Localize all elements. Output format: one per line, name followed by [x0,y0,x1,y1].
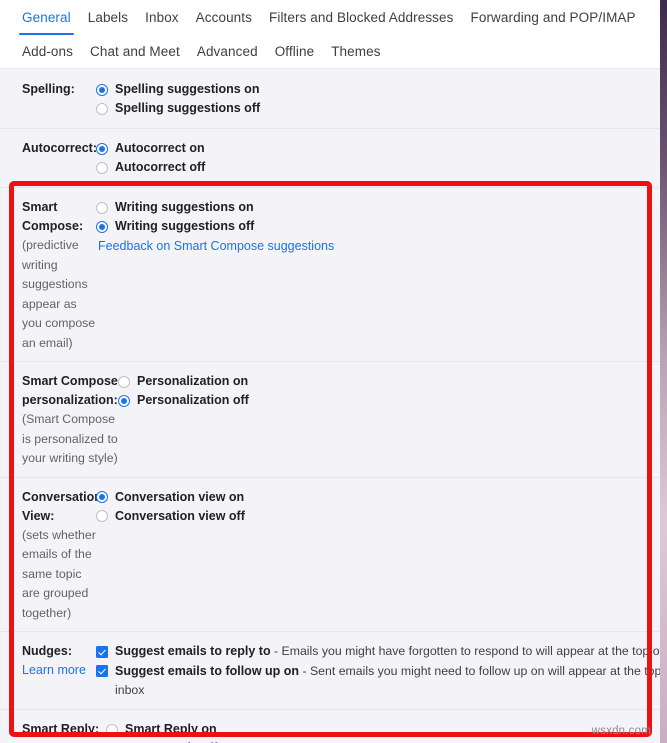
smart-compose-label-column: Smart Compose: (predictive writing sugge… [0,198,96,353]
spelling-label: Spelling: [22,82,75,96]
smart-compose-option-off-label: Writing suggestions off [115,219,255,233]
smart-compose-label: Smart Compose: [22,200,84,233]
conversation-view-label-column: Conversation View: (sets whether emails … [0,488,102,624]
nudges-label-column: Nudges: Learn more [0,642,96,680]
personalization-label: Smart Compose personalization: [22,374,118,407]
watermark-text: wsxdn.com [591,725,651,737]
tab-accounts[interactable]: Accounts [196,8,252,28]
autocorrect-option-on-label: Autocorrect on [115,141,205,155]
conversation-view-option-off[interactable]: Conversation view off [96,507,660,526]
personalization-note: (Smart Compose is personalized to your w… [22,412,118,465]
checkbox-suggest-emails-to-follow-up-on[interactable] [96,665,108,677]
conversation-view-note: (sets whether emails of the same topic a… [22,527,96,620]
nudges-learn-more-link[interactable]: Learn more [22,661,96,680]
radio-personalization-off[interactable] [118,394,130,407]
radio-spelling-on[interactable] [96,83,108,96]
autocorrect-options: Autocorrect on Autocorrect off [96,139,660,177]
smart-reply-option-on-label: Smart Reply on [125,722,217,736]
autocorrect-option-off-label: Autocorrect off [115,160,206,174]
tab-inbox[interactable]: Inbox [145,8,179,28]
personalization-option-on-label: Personalization on [137,374,249,388]
tab-row-secondary: Add-ons Chat and Meet Advanced Offline T… [0,36,660,68]
smart-reply-label: Smart Reply: [22,722,100,736]
personalization-label-column: Smart Compose personalization: (Smart Co… [0,372,118,469]
radio-writing-suggestions-on[interactable] [96,201,108,214]
radio-personalization-on[interactable] [118,375,130,388]
smart-compose-option-off[interactable]: Writing suggestions off [96,217,660,236]
conversation-view-options: Conversation view on Conversation view o… [96,488,660,526]
spelling-option-off-label: Spelling suggestions off [115,101,261,115]
smart-reply-option-off-label: Smart Reply off [125,739,217,743]
checkbox-suggest-emails-to-reply-to[interactable] [96,646,108,658]
setting-row-autocorrect: Autocorrect: Autocorrect on Autocorrect … [0,129,660,188]
smart-reply-option-on[interactable]: Smart Reply on [106,720,660,739]
tab-chat-and-meet[interactable]: Chat and Meet [90,42,180,62]
tab-themes[interactable]: Themes [331,42,380,62]
conversation-view-option-off-label: Conversation view off [115,508,245,523]
nudges-option-follow-up-on[interactable]: Suggest emails to follow up on - Sent em… [96,661,660,700]
autocorrect-label: Autocorrect: [22,141,98,155]
tab-advanced[interactable]: Advanced [197,42,258,62]
nudges-follow-up-description: - Sent emails you might need to follow u… [302,664,660,678]
radio-autocorrect-off[interactable] [96,161,108,174]
nudges-reply-to-description: - Emails you might have forgotten to res… [274,644,660,658]
autocorrect-label-column: Autocorrect: [0,139,98,158]
nudges-label: Nudges: [22,644,72,658]
conversation-view-option-on[interactable]: Conversation view on [96,488,660,507]
smart-compose-option-on[interactable]: Writing suggestions on [96,198,660,217]
tab-offline[interactable]: Offline [275,42,314,62]
nudges-follow-up-line1: Suggest emails to follow up on - Sent em… [115,664,660,678]
general-settings-panel: Spelling: Spelling suggestions on Spelli… [0,69,660,743]
tab-labels[interactable]: Labels [88,8,128,28]
radio-smart-reply-on[interactable] [106,723,118,736]
radio-conversation-view-on[interactable] [96,491,108,503]
nudges-reply-to-label: Suggest emails to reply to [115,644,271,658]
smart-compose-options: Writing suggestions on Writing suggestio… [96,198,660,257]
spelling-option-off[interactable]: Spelling suggestions off [96,99,660,118]
radio-autocorrect-on[interactable] [96,142,108,155]
smart-reply-option-off[interactable]: Smart Reply off [106,739,660,743]
setting-row-smart-compose-personalization: Smart Compose personalization: (Smart Co… [0,362,660,478]
smart-compose-feedback-link[interactable]: Feedback on Smart Compose suggestions [98,239,334,253]
smart-compose-feedback-row: Feedback on Smart Compose suggestions [96,236,660,257]
setting-row-nudges: Nudges: Learn more Suggest emails to rep… [0,632,660,710]
personalization-options: Personalization on Personalization off [118,372,660,410]
tab-row-primary: General Labels Inbox Accounts Filters an… [0,0,660,36]
smart-reply-note: (Show suggested replies when available.) [22,739,106,743]
setting-row-conversation-view: Conversation View: (sets whether emails … [0,478,660,632]
autocorrect-option-on[interactable]: Autocorrect on [96,139,660,158]
smart-reply-label-column: Smart Reply: (Show suggested replies whe… [0,720,106,743]
personalization-option-on[interactable]: Personalization on [118,372,660,391]
spelling-label-column: Spelling: [0,80,96,99]
page-right-edge-strip [660,0,667,743]
autocorrect-option-off[interactable]: Autocorrect off [96,158,660,177]
spelling-option-on-label: Spelling suggestions on [115,82,260,96]
spelling-option-on[interactable]: Spelling suggestions on [96,80,660,99]
nudges-reply-to-text: Suggest emails to reply to - Emails you … [115,642,660,661]
nudges-options: Suggest emails to reply to - Emails you … [96,642,660,700]
tab-general[interactable]: General [19,8,74,35]
nudges-follow-up-description-wrap: inbox [115,683,145,697]
setting-row-smart-compose: Smart Compose: (predictive writing sugge… [0,188,660,362]
personalization-option-off-label: Personalization off [137,393,249,407]
nudges-follow-up-label: Suggest emails to follow up on [115,664,300,678]
personalization-option-off[interactable]: Personalization off [118,391,660,410]
smart-compose-option-on-label: Writing suggestions on [115,200,254,214]
tab-forwarding-and-pop-imap[interactable]: Forwarding and POP/IMAP [471,8,636,28]
conversation-view-option-on-label: Conversation view on [115,489,245,504]
tab-filters-and-blocked-addresses[interactable]: Filters and Blocked Addresses [269,8,454,28]
nudges-follow-up-text: Suggest emails to follow up on - Sent em… [115,661,660,700]
radio-conversation-view-off[interactable] [96,510,108,522]
smart-reply-options: Smart Reply on Smart Reply off [106,720,660,743]
smart-compose-note: (predictive writing suggestions appear a… [22,238,96,350]
tab-add-ons[interactable]: Add-ons [22,42,73,62]
radio-spelling-off[interactable] [96,102,108,115]
nudges-option-reply-to[interactable]: Suggest emails to reply to - Emails you … [96,642,660,661]
setting-row-smart-reply: Smart Reply: (Show suggested replies whe… [0,710,660,743]
setting-row-spelling: Spelling: Spelling suggestions on Spelli… [0,69,660,129]
spelling-options: Spelling suggestions on Spelling suggest… [96,80,660,118]
settings-tab-bar: General Labels Inbox Accounts Filters an… [0,0,660,69]
conversation-view-label: Conversation View: [22,489,102,523]
radio-writing-suggestions-off[interactable] [96,220,108,233]
